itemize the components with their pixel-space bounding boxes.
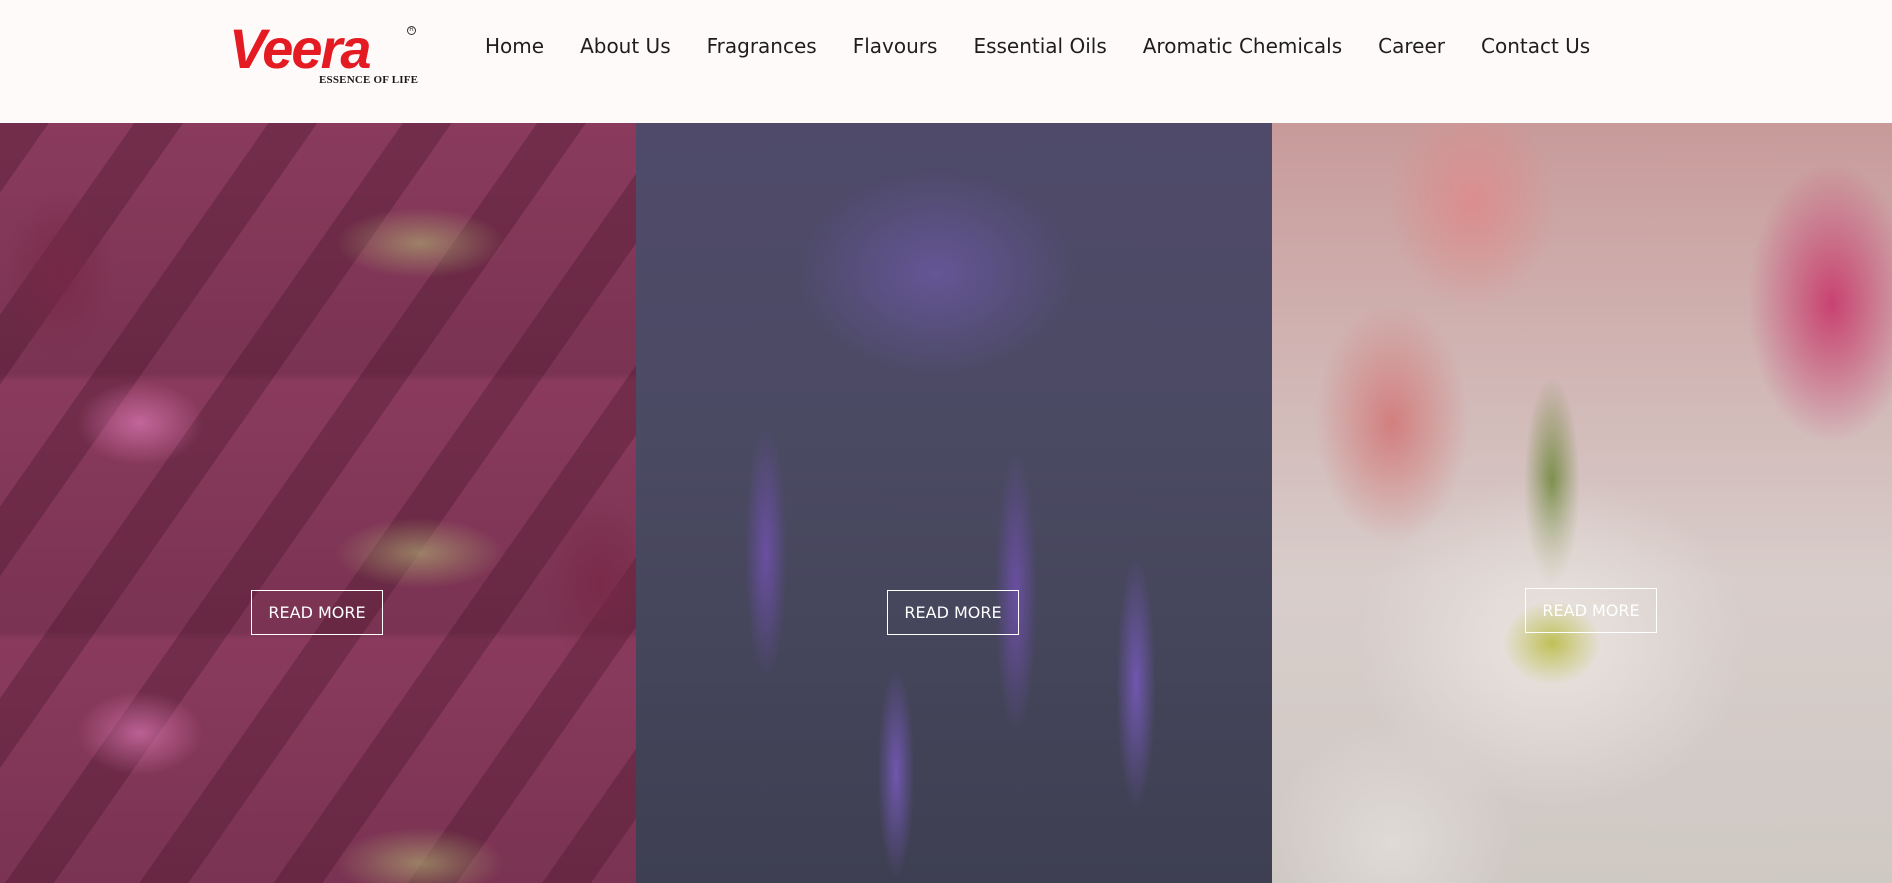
veera-logo[interactable]: Veera R ESSENCE OF LIFE (229, 17, 419, 88)
main-nav: Home About Us Fragrances Flavours Essent… (485, 34, 1590, 58)
nav-fragrances[interactable]: Fragrances (707, 34, 817, 58)
nav-contact-us[interactable]: Contact Us (1481, 34, 1590, 58)
read-more-button-3[interactable]: READ MORE (1525, 588, 1657, 633)
logo-tagline: ESSENCE OF LIFE (319, 74, 419, 86)
lily-chrysanthemum-bouquet-image: READ MORE (1272, 123, 1892, 883)
lavender-image: READ MORE (636, 123, 1272, 883)
nav-career[interactable]: Career (1378, 34, 1445, 58)
nav-home[interactable]: Home (485, 34, 544, 58)
pink-flower-field-image: READ MORE (0, 123, 636, 883)
nav-about-us[interactable]: About Us (580, 34, 671, 58)
registered-mark-icon: R (407, 26, 416, 35)
nav-essential-oils[interactable]: Essential Oils (973, 34, 1106, 58)
read-more-button-1[interactable]: READ MORE (251, 590, 383, 635)
site-header: Veera R ESSENCE OF LIFE Home About Us Fr… (0, 0, 1892, 123)
nav-flavours[interactable]: Flavours (853, 34, 938, 58)
nav-aromatic-chemicals[interactable]: Aromatic Chemicals (1143, 34, 1342, 58)
feature-panels: READ MORE READ MORE READ MORE (0, 123, 1892, 883)
logo-wordmark: Veera (229, 17, 371, 80)
read-more-button-2[interactable]: READ MORE (887, 590, 1019, 635)
